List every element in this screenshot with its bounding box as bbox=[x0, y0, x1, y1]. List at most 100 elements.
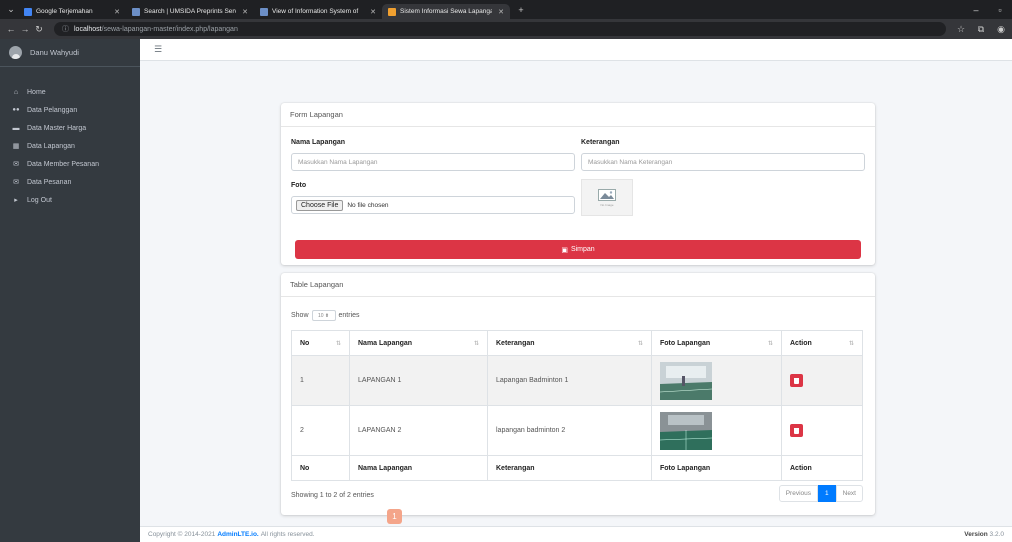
delete-button[interactable] bbox=[790, 424, 803, 437]
table-row: 2 LAPANGAN 2 lapangan badminton 2 bbox=[291, 405, 863, 456]
app-favicon-icon bbox=[388, 7, 396, 16]
previous-page-button[interactable]: Previous bbox=[778, 485, 818, 502]
tab-title: Sistem Informasi Sewa Lapangan bbox=[400, 8, 493, 15]
court-photo bbox=[660, 361, 712, 400]
sort-icon: ⇅ bbox=[335, 340, 341, 347]
column-header-foto-lapangan[interactable]: Foto Lapangan ⇅ bbox=[651, 330, 782, 356]
extensions-icon[interactable]: ⧉ bbox=[974, 24, 988, 35]
table-card-title: Table Lapangan bbox=[281, 273, 875, 297]
user-panel[interactable]: Danu Wahyudi bbox=[0, 39, 140, 67]
choose-file-button[interactable]: Choose File bbox=[296, 199, 344, 211]
sidebar-item-data-lapangan[interactable]: ▦ Data Lapangan bbox=[0, 137, 140, 155]
new-tab-button[interactable]: + bbox=[514, 5, 528, 15]
form-card: Form Lapangan Nama Lapangan Masukkan Nam… bbox=[281, 103, 875, 265]
column-header-no[interactable]: No ⇅ bbox=[291, 330, 350, 356]
umsida-favicon-icon bbox=[132, 7, 140, 16]
close-tab-icon[interactable]: ✕ bbox=[498, 8, 504, 16]
simpan-button[interactable]: ▣ Simpan bbox=[295, 240, 861, 259]
close-tab-icon[interactable]: ✕ bbox=[370, 8, 376, 16]
lapangan-table: No ⇅ Nama Lapangan ⇅ Keterangan ⇅ Foto Lapa… bbox=[291, 330, 863, 481]
notification-badge[interactable]: 1 bbox=[387, 509, 402, 524]
close-tab-icon[interactable]: ✕ bbox=[242, 8, 248, 16]
tab-title: View of Information System of bbox=[272, 8, 359, 15]
cell-nama: LAPANGAN 2 bbox=[349, 405, 488, 456]
back-icon[interactable]: ← bbox=[4, 24, 18, 34]
page-1-button[interactable]: 1 bbox=[818, 485, 836, 502]
sidebar-item-data-master-harga[interactable]: ▬ Data Master Harga bbox=[0, 119, 140, 137]
main-sidebar: Danu Wahyudi ⌂ Home ●● Data Pelanggan ▬ … bbox=[0, 39, 140, 542]
footer-action: Action bbox=[781, 455, 863, 481]
column-header-action[interactable]: Action ⇅ bbox=[781, 330, 863, 356]
foto-file-input[interactable]: Choose File No file chosen bbox=[291, 196, 575, 214]
browser-tab[interactable]: View of Information System of ✕ bbox=[254, 4, 382, 19]
nama-lapangan-label: Nama Lapangan bbox=[291, 139, 346, 146]
restore-icon[interactable]: ▫ bbox=[988, 5, 1012, 15]
keterangan-label: Keterangan bbox=[581, 139, 620, 146]
hamburger-menu-icon[interactable]: ☰ bbox=[154, 44, 162, 55]
address-bar[interactable]: ⓘ localhost /sewa-lapangan-master/index.… bbox=[54, 22, 946, 36]
cell-foto bbox=[651, 405, 782, 456]
entries-label: entries bbox=[338, 312, 360, 319]
sort-icon: ⇅ bbox=[848, 340, 854, 347]
minimize-icon[interactable]: – bbox=[964, 5, 988, 15]
browser-toolbar: ← → ↻ ⓘ localhost /sewa-lapangan-master/… bbox=[0, 19, 1012, 39]
keterangan-input[interactable]: Masukkan Nama Keterangan bbox=[581, 153, 865, 171]
top-navbar: ☰ bbox=[140, 39, 1012, 61]
footer-nama-lapangan: Nama Lapangan bbox=[349, 455, 488, 481]
entries-select[interactable]: 10 ⬍ bbox=[311, 310, 336, 321]
sidebar-item-data-pesanan[interactable]: ✉ Data Pesanan bbox=[0, 173, 140, 191]
journal-favicon-icon bbox=[260, 7, 268, 16]
window-controls: – ▫ bbox=[964, 5, 1012, 15]
close-tab-icon[interactable]: ✕ bbox=[114, 8, 120, 16]
sidebar-item-data-member-pesanan[interactable]: ✉ Data Member Pesanan bbox=[0, 155, 140, 173]
url-path: /sewa-lapangan-master/index.php/lapangan bbox=[101, 25, 238, 33]
cell-keterangan: Lapangan Badminton 1 bbox=[487, 355, 652, 406]
version-value: 3.2.0 bbox=[989, 531, 1004, 538]
table-row: 1 LAPANGAN 1 Lapangan Badminton 1 bbox=[291, 355, 863, 406]
no-image-placeholder: No Image bbox=[581, 179, 633, 216]
cell-no: 1 bbox=[291, 355, 350, 406]
browser-tab[interactable]: Search | UMSIDA Preprints Serv ✕ bbox=[126, 4, 254, 19]
browser-tab[interactable]: Google Terjemahan ✕ bbox=[18, 4, 126, 19]
money-icon: ▬ bbox=[12, 124, 20, 132]
file-status: No file chosen bbox=[347, 201, 389, 209]
foto-label: Foto bbox=[291, 182, 307, 189]
sort-icon: ⇅ bbox=[767, 340, 773, 347]
delete-button[interactable] bbox=[790, 374, 803, 387]
sidebar-item-log-out[interactable]: ▸ Log Out bbox=[0, 191, 140, 209]
sidebar-item-home[interactable]: ⌂ Home bbox=[0, 83, 140, 101]
profile-icon[interactable]: ◉ bbox=[994, 24, 1008, 35]
tab-list-button[interactable]: ⌄ bbox=[4, 4, 18, 15]
url-host: localhost bbox=[74, 25, 102, 33]
table-header-row: No ⇅ Nama Lapangan ⇅ Keterangan ⇅ Foto Lapa… bbox=[291, 330, 863, 356]
column-header-keterangan[interactable]: Keterangan ⇅ bbox=[487, 330, 652, 356]
reload-icon[interactable]: ↻ bbox=[32, 24, 46, 35]
nama-lapangan-input[interactable]: Masukkan Nama Lapangan bbox=[291, 153, 575, 171]
site-info-icon[interactable]: ⓘ bbox=[62, 24, 69, 34]
sidebar-item-label: Home bbox=[27, 88, 46, 96]
form-card-title: Form Lapangan bbox=[281, 103, 875, 127]
sidebar-item-label: Data Master Harga bbox=[27, 124, 87, 132]
sort-icon: ⇅ bbox=[637, 340, 643, 347]
sidebar-item-data-pelanggan[interactable]: ●● Data Pelanggan bbox=[0, 101, 140, 119]
adminlte-link[interactable]: AdminLTE.io. bbox=[217, 531, 258, 538]
entries-value: 10 bbox=[317, 312, 324, 319]
column-header-nama-lapangan[interactable]: Nama Lapangan ⇅ bbox=[349, 330, 488, 356]
cell-no: 2 bbox=[291, 405, 350, 456]
browser-tab-active[interactable]: Sistem Informasi Sewa Lapangan ✕ bbox=[382, 4, 510, 19]
cell-action bbox=[781, 405, 863, 456]
tab-title: Google Terjemahan bbox=[36, 8, 93, 15]
next-page-button[interactable]: Next bbox=[835, 485, 863, 502]
home-icon: ⌂ bbox=[13, 88, 19, 96]
table-card: Table Lapangan Show 10 ⬍ entries No ⇅ Nam… bbox=[281, 273, 875, 515]
sidebar-item-label: Log Out bbox=[27, 196, 52, 204]
forward-icon[interactable]: → bbox=[18, 24, 32, 34]
table-footer-row: No Nama Lapangan Keterangan Foto Lapanga… bbox=[291, 455, 863, 481]
rights-text: All rights reserved. bbox=[260, 531, 315, 538]
cell-foto bbox=[651, 355, 782, 406]
google-translate-favicon-icon bbox=[24, 7, 32, 16]
table-info: Showing 1 to 2 of 2 entries bbox=[291, 492, 374, 499]
trash-icon bbox=[794, 427, 799, 434]
bookmark-star-icon[interactable]: ☆ bbox=[954, 24, 968, 35]
envelope-icon: ✉ bbox=[13, 161, 19, 168]
